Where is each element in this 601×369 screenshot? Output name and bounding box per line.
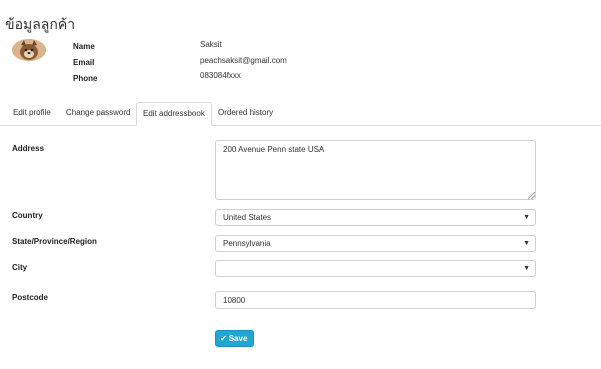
chevron-down-icon: ▼ <box>523 240 530 247</box>
avatar <box>12 39 46 61</box>
country-select[interactable]: United States ▼ <box>215 209 536 226</box>
state-select[interactable]: Pennsylvania ▼ <box>215 235 536 252</box>
postcode-label: Postcode <box>12 293 49 302</box>
tab-edit-addressbook[interactable]: Edit addressbook <box>136 102 212 126</box>
phone-label: Phone <box>73 74 98 83</box>
save-button[interactable]: ✔ Save <box>215 330 254 347</box>
profile-tabs: Edit profile Change password Edit addres… <box>0 102 601 126</box>
chevron-down-icon: ▼ <box>523 265 530 272</box>
name-label: Name <box>73 42 95 51</box>
address-label: Address <box>12 144 45 153</box>
country-label: Country <box>12 211 43 220</box>
tab-edit-profile[interactable]: Edit profile <box>7 102 57 124</box>
tab-change-password[interactable]: Change password <box>60 102 136 124</box>
state-selected-value: Pennsylvania <box>223 239 271 248</box>
address-textarea[interactable]: 200 Avenue Penn state USA <box>215 140 536 200</box>
city-label: City <box>12 263 28 272</box>
name-value: Saksit <box>200 40 222 49</box>
state-label: State/Province/Region <box>12 237 97 246</box>
city-select[interactable]: ▼ <box>215 260 536 277</box>
resize-handle-icon[interactable] <box>528 192 535 199</box>
chevron-down-icon: ▼ <box>523 214 530 221</box>
postcode-input[interactable] <box>215 291 536 309</box>
page-title: ข้อมูลลูกค้า <box>5 16 76 32</box>
tab-ordered-history[interactable]: Ordered history <box>212 102 279 124</box>
check-icon: ✔ <box>220 334 227 343</box>
country-selected-value: United States <box>223 213 272 222</box>
phone-value: 083084fxxx <box>200 71 241 80</box>
email-label: Email <box>73 58 95 67</box>
save-button-label: Save <box>228 334 248 343</box>
email-value: peachsaksit@gmail.com <box>200 56 287 65</box>
